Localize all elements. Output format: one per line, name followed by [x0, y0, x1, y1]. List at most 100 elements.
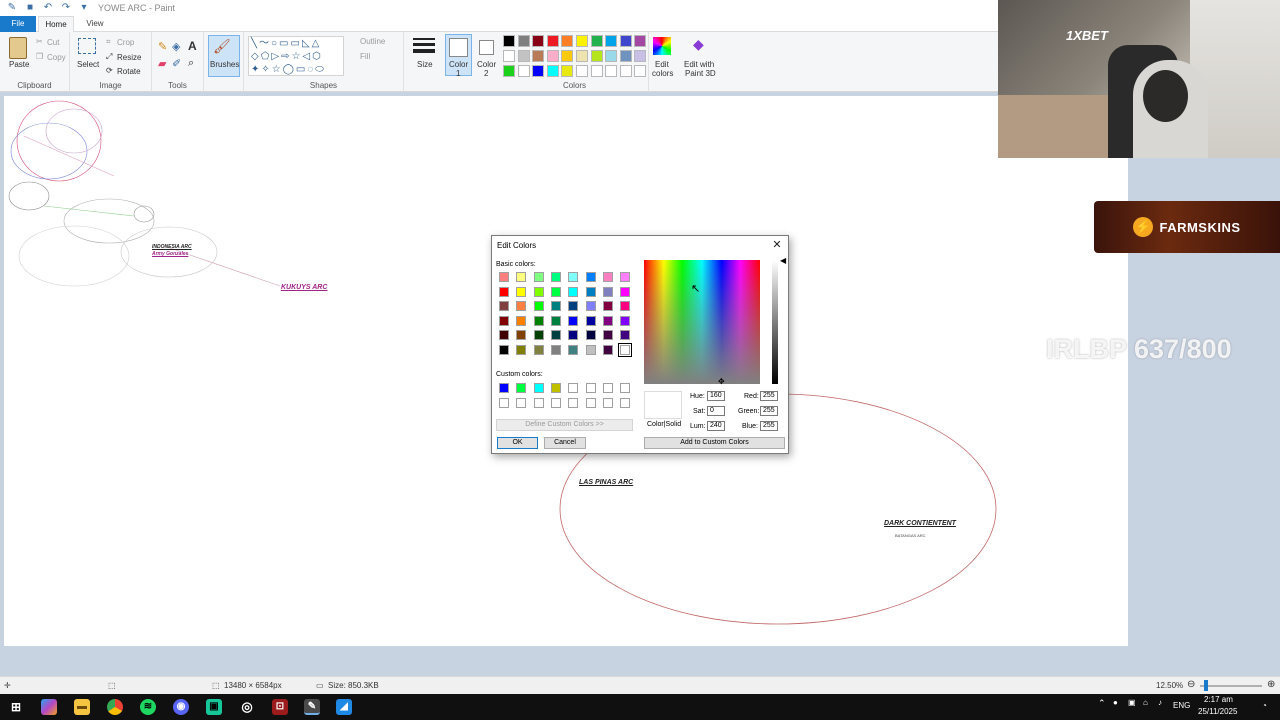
palette-swatch[interactable] [503, 35, 515, 47]
ok-button[interactable]: OK [497, 437, 538, 449]
red-input[interactable]: 255 [760, 391, 778, 401]
display-icon[interactable]: ▣ [1128, 698, 1136, 707]
basic-color-swatch[interactable] [602, 345, 613, 355]
color-spectrum[interactable] [644, 260, 760, 384]
lum-input[interactable]: 240 [707, 421, 725, 431]
size-button[interactable]: Size [417, 60, 433, 69]
basic-color-swatch[interactable] [620, 330, 631, 341]
palette-swatch[interactable] [546, 50, 559, 62]
shapes-gallery[interactable]: ╲〜○▭▭◺△ ◇⬠▷⇨☆◁⬡ ✦✧☆◯▭◌⬭ [248, 36, 344, 76]
basic-color-swatch[interactable] [550, 315, 561, 326]
paint3d-group[interactable]: ◆ Edit with Paint 3D [680, 32, 722, 92]
chrome-icon[interactable] [107, 699, 123, 715]
text-tool-icon[interactable]: A [188, 39, 197, 53]
custom-color-swatch[interactable] [550, 383, 561, 393]
custom-color-swatch[interactable] [585, 397, 596, 408]
color1-group[interactable]: Color 1 [444, 32, 472, 92]
basic-color-swatch[interactable] [499, 315, 509, 326]
basic-color-swatch[interactable] [602, 272, 613, 282]
basic-color-swatch[interactable] [568, 345, 579, 355]
basic-color-swatch[interactable] [516, 345, 527, 355]
language-indicator[interactable]: ENG [1173, 701, 1190, 710]
color2-group[interactable]: Color 2 [473, 32, 501, 92]
basic-color-swatch[interactable] [620, 272, 631, 282]
crop-button[interactable]: Crop [117, 38, 134, 47]
tab-view[interactable]: View [80, 16, 110, 32]
eraser-icon[interactable]: ▰ [158, 57, 166, 70]
basic-color-swatch[interactable] [568, 272, 579, 282]
basic-color-swatch[interactable] [533, 345, 544, 355]
basic-color-swatch[interactable] [550, 330, 561, 341]
basic-color-swatch[interactable] [533, 315, 544, 326]
color2-swatch[interactable] [479, 40, 494, 55]
basic-color-swatch[interactable] [499, 301, 509, 312]
palette-swatch[interactable] [517, 65, 530, 77]
basic-color-swatch[interactable] [620, 286, 631, 297]
resize-button[interactable]: Resize [117, 53, 141, 62]
custom-color-swatch[interactable] [550, 397, 561, 408]
basic-color-swatch[interactable] [585, 301, 596, 312]
palette-swatch[interactable] [532, 65, 545, 77]
undo-icon[interactable]: ↶ [42, 2, 54, 14]
notifications-icon[interactable]: ◔ [1262, 701, 1267, 710]
palette-swatch[interactable] [546, 35, 559, 47]
palette-swatch[interactable] [503, 65, 515, 77]
microphone-icon[interactable]: ● [1113, 698, 1118, 707]
palette-swatch[interactable] [605, 50, 618, 62]
zoom-slider-thumb[interactable] [1204, 680, 1208, 691]
fill-button[interactable]: Fill [360, 52, 370, 61]
cut-button[interactable]: Cut [47, 38, 59, 47]
dialog-close-icon[interactable]: ✕ [770, 238, 784, 252]
paste-button[interactable]: Paste [9, 60, 29, 69]
tray-overflow-icon[interactable]: ⌃ [1098, 698, 1106, 709]
app-red-icon[interactable]: ⊡ [272, 699, 288, 715]
basic-color-swatch[interactable] [620, 301, 631, 312]
windows-start-icon[interactable]: ⊞ [8, 699, 24, 715]
palette-swatch[interactable] [517, 35, 530, 47]
basic-color-swatch[interactable] [585, 286, 596, 297]
basic-color-swatch[interactable] [602, 301, 613, 312]
palette-swatch[interactable] [576, 35, 588, 47]
pencil-icon[interactable]: ✎ [158, 40, 167, 53]
custom-color-swatch[interactable] [499, 397, 509, 408]
custom-color-swatch[interactable] [568, 383, 579, 393]
palette-swatch[interactable] [634, 65, 647, 77]
basic-color-swatch[interactable] [499, 330, 509, 341]
network-icon[interactable]: ⌂ [1143, 698, 1148, 707]
rotate-button[interactable]: Rotate [117, 67, 141, 76]
basic-color-swatch[interactable] [533, 301, 544, 312]
obs-icon[interactable]: ◎ [239, 699, 255, 715]
volume-icon[interactable]: ♪ [1158, 698, 1162, 707]
photos-icon[interactable]: ◢ [336, 699, 352, 715]
custom-color-swatch[interactable] [620, 383, 631, 393]
file-explorer-icon[interactable]: ▬ [74, 699, 90, 715]
spotify-icon[interactable]: ≋ [140, 699, 156, 715]
basic-color-swatch[interactable] [499, 272, 509, 282]
custom-color-swatch[interactable] [620, 397, 631, 408]
edit-colors-group[interactable]: Edit colors [649, 32, 677, 92]
basic-color-swatch[interactable] [585, 272, 596, 282]
custom-color-swatch[interactable] [568, 397, 579, 408]
basic-color-swatch[interactable] [550, 301, 561, 312]
basic-color-swatch[interactable] [533, 272, 544, 282]
basic-color-swatch[interactable] [568, 286, 579, 297]
basic-color-swatch[interactable] [585, 345, 596, 355]
copilot-icon[interactable] [41, 699, 57, 715]
cancel-button[interactable]: Cancel [544, 437, 586, 449]
palette-swatch[interactable] [590, 50, 603, 62]
blue-input[interactable]: 255 [760, 421, 778, 431]
palette-swatch[interactable] [517, 50, 530, 62]
app-icon[interactable]: ▣ [206, 699, 222, 715]
palette-swatch[interactable] [619, 50, 632, 62]
basic-color-swatch[interactable] [585, 315, 596, 326]
palette-swatch[interactable] [634, 35, 647, 47]
basic-color-swatch[interactable] [568, 315, 579, 326]
basic-color-swatch[interactable] [533, 330, 544, 341]
basic-color-swatch[interactable] [533, 286, 544, 297]
paint-taskbar-icon[interactable]: ✎ [304, 699, 320, 715]
basic-color-swatch[interactable] [516, 330, 527, 341]
palette-swatch[interactable] [590, 35, 603, 47]
custom-color-swatch[interactable] [516, 383, 527, 393]
basic-color-swatch[interactable] [568, 301, 579, 312]
tab-home[interactable]: Home [38, 16, 74, 32]
